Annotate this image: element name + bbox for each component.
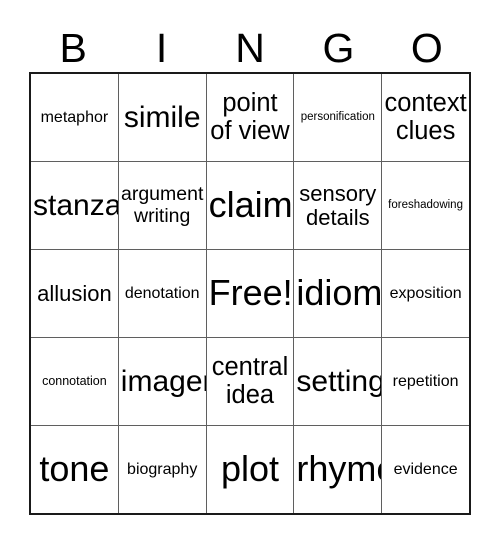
bingo-cell-i3[interactable]: denotation	[119, 250, 207, 337]
header-letter-b: B	[59, 25, 87, 71]
bingo-cell-n1[interactable]: point of view	[207, 74, 295, 161]
bingo-cell-label: repetition	[392, 372, 459, 390]
bingo-cell-n5[interactable]: plot	[207, 426, 295, 513]
header-letter-i: I	[155, 25, 168, 71]
bingo-cell-label: tone	[39, 448, 110, 490]
bingo-cell-b4[interactable]: connotation	[31, 338, 119, 425]
bingo-cell-label: argument writing	[121, 183, 204, 227]
bingo-cell-n2[interactable]: claim	[207, 162, 295, 249]
bingo-cell-g3[interactable]: idiom	[294, 250, 383, 337]
header-letter-n: N	[235, 25, 265, 71]
bingo-cell-label: exposition	[389, 284, 462, 302]
bingo-cell-label: simile	[123, 100, 201, 134]
bingo-row-2: stanza argument writing claim sensory de…	[31, 162, 469, 250]
bingo-cell-i5[interactable]: biography	[119, 426, 207, 513]
free-space-label: Free!	[208, 272, 293, 314]
bingo-cell-o2[interactable]: foreshadowing	[382, 162, 469, 249]
bingo-cell-label: central idea	[211, 353, 289, 409]
bingo-cell-label: biography	[127, 460, 198, 478]
bingo-cell-label: rhyme	[296, 448, 381, 490]
bingo-cell-label: personification	[300, 110, 375, 123]
bingo-cell-b5[interactable]: tone	[31, 426, 119, 513]
bingo-cell-g5[interactable]: rhyme	[294, 426, 383, 513]
bingo-row-4: connotation imagery central idea setting…	[31, 338, 469, 426]
bingo-cell-label: metaphor	[40, 108, 109, 126]
bingo-row-3: allusion denotation Free! idiom expositi…	[31, 250, 469, 338]
bingo-cell-o4[interactable]: repetition	[382, 338, 469, 425]
bingo-grid: metaphor simile point of view personific…	[29, 72, 471, 515]
bingo-cell-b3[interactable]: allusion	[31, 250, 119, 337]
bingo-cell-label: plot	[220, 448, 280, 490]
bingo-row-5: tone biography plot rhyme evidence	[31, 426, 469, 513]
bingo-cell-b1[interactable]: metaphor	[31, 74, 119, 161]
bingo-card: B I N G O metaphor simile point of view …	[0, 0, 500, 544]
bingo-cell-label: point of view	[210, 89, 290, 145]
bingo-cell-free-space[interactable]: Free!	[207, 250, 295, 337]
bingo-cell-label: imagery	[120, 364, 206, 398]
bingo-cell-label: allusion	[37, 280, 112, 306]
bingo-cell-o3[interactable]: exposition	[382, 250, 469, 337]
bingo-cell-i1[interactable]: simile	[119, 74, 207, 161]
bingo-cell-o5[interactable]: evidence	[382, 426, 469, 513]
bingo-cell-label: denotation	[124, 284, 200, 302]
bingo-cell-i4[interactable]: imagery	[119, 338, 207, 425]
bingo-cell-n4[interactable]: central idea	[207, 338, 295, 425]
bingo-cell-label: claim	[208, 184, 293, 226]
bingo-cell-g2[interactable]: sensory details	[294, 162, 383, 249]
bingo-cell-g1[interactable]: personification	[294, 74, 383, 161]
header-letter-g: G	[322, 25, 355, 71]
header-letter-o: O	[410, 25, 443, 71]
bingo-cell-label: context clues	[384, 89, 467, 145]
bingo-cell-label: setting	[296, 364, 383, 398]
bingo-cell-label: idiom	[296, 272, 383, 314]
bingo-cell-b2[interactable]: stanza	[31, 162, 119, 249]
bingo-cell-g4[interactable]: setting	[294, 338, 383, 425]
bingo-cell-label: stanza	[33, 188, 119, 222]
bingo-header-row: B I N G O	[29, 16, 471, 72]
bingo-cell-label: foreshadowing	[388, 198, 463, 211]
bingo-cell-label: evidence	[393, 460, 458, 478]
bingo-cell-o1[interactable]: context clues	[382, 74, 469, 161]
bingo-cell-i2[interactable]: argument writing	[119, 162, 207, 249]
bingo-cell-label: connotation	[42, 374, 107, 389]
bingo-row-1: metaphor simile point of view personific…	[31, 74, 469, 162]
bingo-cell-label: sensory details	[299, 180, 377, 230]
